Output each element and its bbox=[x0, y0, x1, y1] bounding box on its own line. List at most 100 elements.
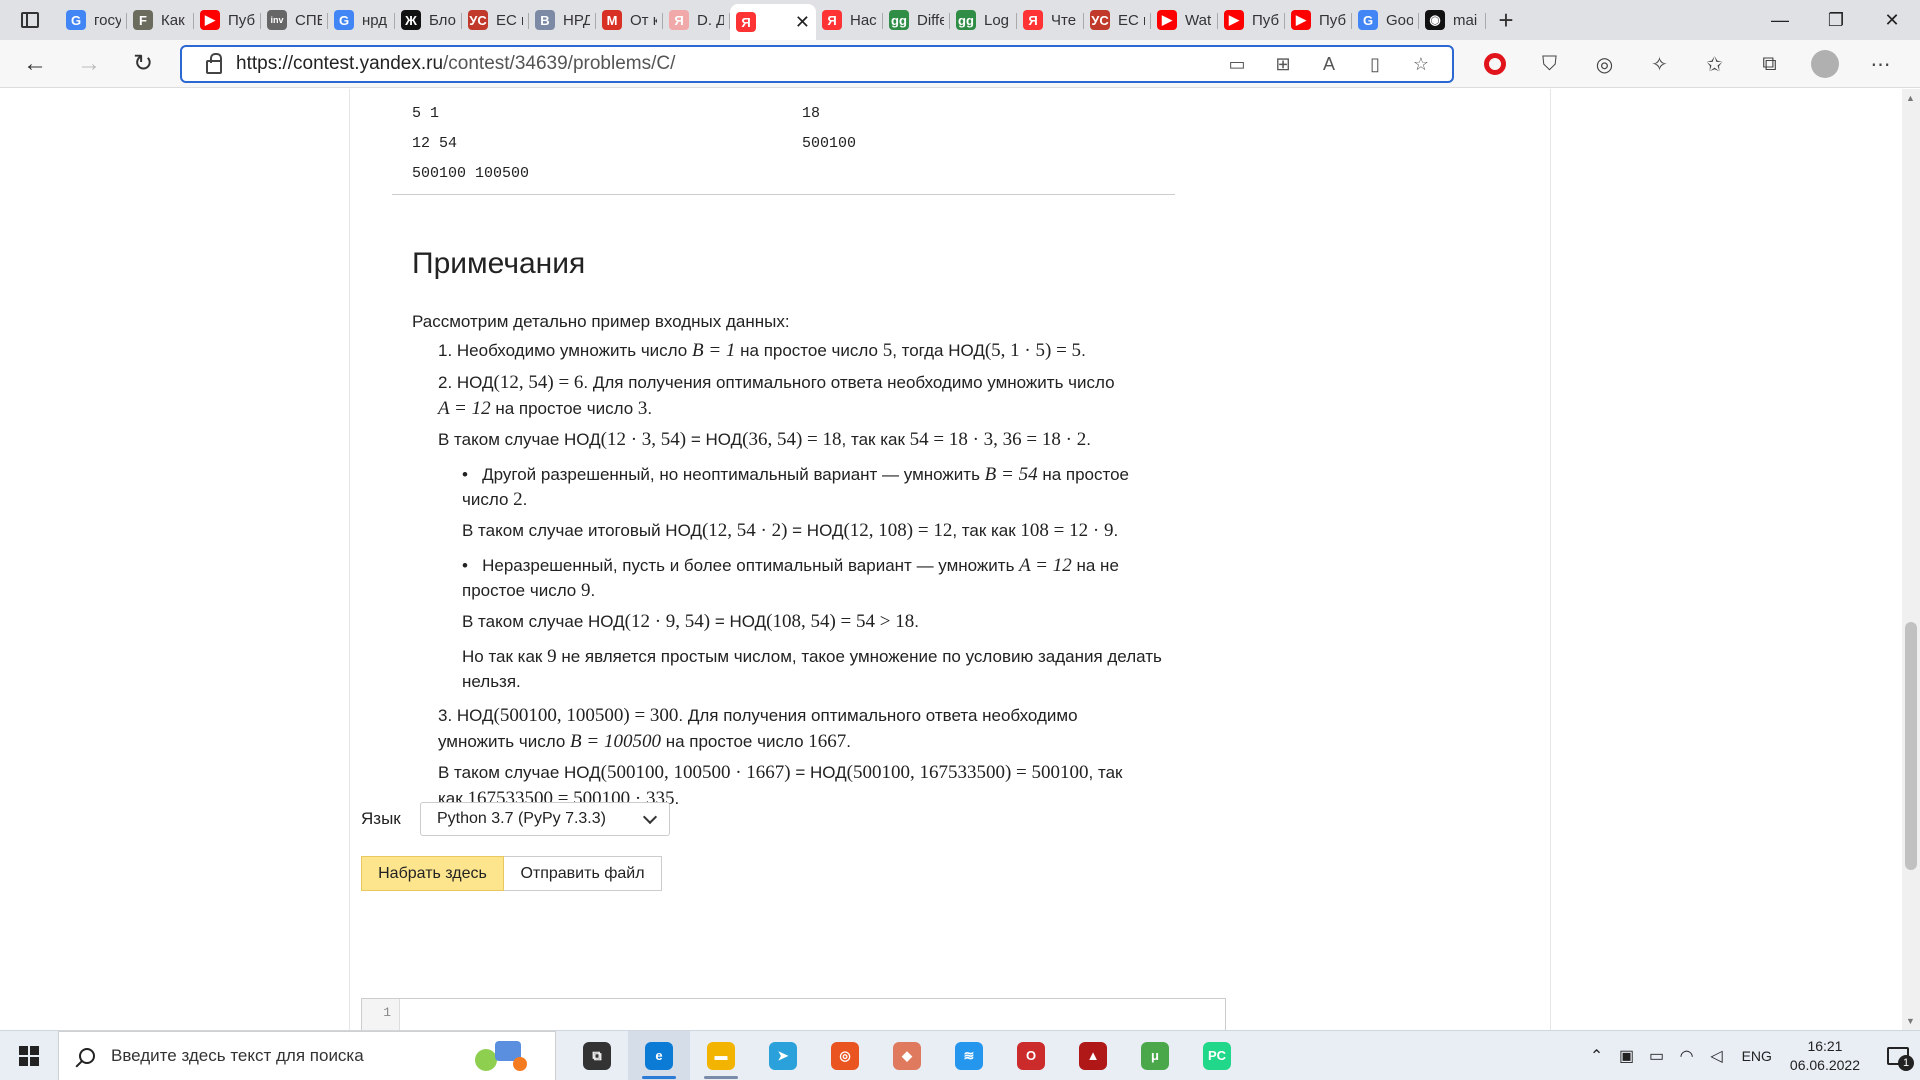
note-text: В таком случае итоговый НОД bbox=[462, 521, 702, 540]
bullet-1-line-2: число 2. bbox=[462, 487, 1242, 512]
browser-tab[interactable]: F Как bbox=[127, 4, 194, 36]
collections-icon[interactable]: ⧉ bbox=[1742, 40, 1797, 88]
tab-actions-button[interactable] bbox=[0, 0, 60, 40]
browser-tab[interactable]: gg Diffe bbox=[883, 4, 950, 36]
browser-tab[interactable]: Gгосу bbox=[60, 4, 127, 36]
back-button[interactable]: ← bbox=[8, 40, 62, 88]
browser-tab[interactable]: ▶ Wat bbox=[1151, 4, 1218, 36]
taskbar-app[interactable]: PC bbox=[1186, 1031, 1248, 1080]
start-button[interactable] bbox=[0, 1031, 58, 1080]
minimize-icon[interactable]: — bbox=[1752, 0, 1808, 40]
taskbar-app[interactable]: ≋ bbox=[938, 1031, 1000, 1080]
input-language[interactable]: ENG bbox=[1742, 1048, 1772, 1064]
note-item-3-line-2: умножить число B = 100500 на простое чис… bbox=[438, 729, 1218, 754]
taskbar-app[interactable]: ➤ bbox=[752, 1031, 814, 1080]
chevron-up-icon[interactable]: ⌃ bbox=[1582, 1046, 1612, 1066]
reload-button[interactable]: ↻ bbox=[116, 40, 170, 88]
new-tab-button[interactable]: + bbox=[1486, 5, 1526, 36]
browser-tab[interactable]: inv СПБ bbox=[261, 4, 328, 36]
close-tab-icon[interactable]: ✕ bbox=[795, 12, 810, 33]
scroll-down-icon[interactable]: ▼ bbox=[1906, 1016, 1915, 1026]
close-window-icon[interactable]: ✕ bbox=[1864, 0, 1920, 40]
taskbar-app[interactable]: ▬ bbox=[690, 1031, 752, 1080]
browser-tab[interactable]: ▶ Пуб bbox=[1218, 4, 1285, 36]
profile-avatar[interactable] bbox=[1811, 50, 1839, 78]
volume-icon[interactable]: ◁ bbox=[1702, 1046, 1732, 1066]
note-text: = НОД bbox=[686, 430, 743, 449]
add-favorite-icon[interactable]: ☆ bbox=[1404, 47, 1438, 81]
browser-tab[interactable]: Я ✕ bbox=[730, 4, 816, 40]
gmail-icon: M bbox=[602, 10, 622, 30]
browser-tab[interactable]: ◉ mai bbox=[1419, 4, 1486, 36]
taskbar-app[interactable]: ⧉ bbox=[566, 1031, 628, 1080]
math-expression: (12 · 9, 54) bbox=[624, 611, 711, 632]
battery-icon[interactable]: ▭ bbox=[1642, 1046, 1672, 1066]
tab-title: D. Д bbox=[697, 11, 724, 29]
extensions-icon[interactable]: ✧ bbox=[1632, 40, 1687, 88]
browser-tab[interactable]: Gнрд bbox=[328, 4, 395, 36]
url-path: /contest/34639/problems/C/ bbox=[443, 53, 676, 74]
tab-title: Пуб bbox=[1319, 11, 1346, 29]
taskbar-app[interactable]: μ bbox=[1124, 1031, 1186, 1080]
browser-tab[interactable]: G Goo bbox=[1352, 4, 1419, 36]
clock[interactable]: 16:21 06.06.2022 bbox=[1790, 1037, 1860, 1075]
browser-tab[interactable]: УС ЕС в bbox=[462, 4, 529, 36]
tab-title: НРД bbox=[563, 11, 590, 29]
browser-tab[interactable]: Я Наст bbox=[816, 4, 883, 36]
browser-tab[interactable]: gg Log bbox=[950, 4, 1017, 36]
sample-input-column: 5 1 12 54 500100 100500 bbox=[412, 99, 529, 189]
wifi-icon[interactable]: ◠ bbox=[1672, 1046, 1702, 1066]
read-aloud-icon[interactable]: A bbox=[1312, 47, 1346, 81]
scrollbar-thumb[interactable] bbox=[1905, 622, 1917, 870]
browser-tab[interactable]: M От к bbox=[596, 4, 663, 36]
taskbar-app[interactable]: ▲ bbox=[1062, 1031, 1124, 1080]
address-url[interactable]: https://contest.yandex.ru/contest/34639/… bbox=[236, 53, 675, 75]
shield-icon[interactable]: ⛉ bbox=[1522, 40, 1577, 88]
type-here-tab[interactable]: Набрать здесь bbox=[361, 856, 504, 891]
restore-icon[interactable]: ❐ bbox=[1808, 0, 1864, 40]
favorites-icon[interactable]: ✩ bbox=[1687, 40, 1742, 88]
math-expression: (12 · 3, 54) bbox=[600, 429, 687, 450]
browser-tab[interactable]: Я D. Д bbox=[663, 4, 730, 36]
language-select[interactable]: Python 3.7 (PyPy 7.3.3) bbox=[420, 802, 670, 836]
taskbar-app[interactable]: ◎ bbox=[814, 1031, 876, 1080]
sample-input-line: 500100 100500 bbox=[412, 165, 530, 182]
upload-file-tab[interactable]: Отправить файл bbox=[504, 856, 662, 891]
pinned-apps: ⧉ e ▬ ➤ ◎ ◆ ≋ O ▲ μ PC bbox=[566, 1030, 1248, 1080]
note-item-2-case: В таком случае НОД(12 · 3, 54) = НОД(36,… bbox=[438, 427, 1218, 452]
reader-mode-icon[interactable]: ▯ bbox=[1358, 47, 1392, 81]
browser-tab[interactable]: ▶ Пуб bbox=[194, 4, 261, 36]
app-install-icon[interactable]: ▭ bbox=[1220, 47, 1254, 81]
note-text: не является простым числом, такое умноже… bbox=[556, 647, 1162, 666]
scroll-up-icon[interactable]: ▲ bbox=[1906, 93, 1915, 103]
browser-tab[interactable]: Ж Блог bbox=[395, 4, 462, 36]
browser-tab[interactable]: B НРД bbox=[529, 4, 596, 36]
sample-output-column: 18 500100 bbox=[802, 99, 856, 159]
bullet-2-case: В таком случае НОД(12 · 9, 54) = НОД(108… bbox=[462, 609, 1242, 634]
math-expression: (12, 54 · 2) bbox=[701, 520, 788, 541]
youtube-icon: ▶ bbox=[200, 10, 220, 30]
notification-center-button[interactable]: 1 bbox=[1876, 1031, 1920, 1080]
taskbar-app[interactable]: O bbox=[1000, 1031, 1062, 1080]
meet-now-icon[interactable]: ▣ bbox=[1612, 1046, 1642, 1066]
tab-title: нрд bbox=[362, 11, 388, 29]
taskbar-app[interactable]: ◆ bbox=[876, 1031, 938, 1080]
code-editor[interactable]: 1 bbox=[361, 998, 1226, 1030]
taskbar-search-box[interactable]: Введите здесь текст для поиска bbox=[58, 1030, 556, 1080]
taskbar-app[interactable]: e bbox=[628, 1030, 690, 1080]
address-bar[interactable]: https://contest.yandex.ru/contest/34639/… bbox=[180, 45, 1454, 83]
google-icon: G bbox=[66, 10, 86, 30]
opera-extension-icon[interactable] bbox=[1484, 53, 1506, 75]
apps-grid-icon[interactable]: ⊞ bbox=[1266, 47, 1300, 81]
task-view-icon: ⧉ bbox=[583, 1041, 611, 1070]
browser-tab[interactable]: Я Чте bbox=[1017, 4, 1084, 36]
forward-button[interactable]: → bbox=[62, 40, 116, 88]
more-menu-icon[interactable]: ⋯ bbox=[1853, 40, 1908, 88]
content-left-border bbox=[349, 89, 350, 1030]
toolbar-extensions: ⛉ ◎ ✧ ✩ ⧉ ⋯ bbox=[1468, 40, 1908, 88]
page-scrollbar[interactable]: ▲ ▼ bbox=[1902, 89, 1920, 1030]
browser-tab[interactable]: УС ЕС в bbox=[1084, 4, 1151, 36]
vpn-extension-icon[interactable]: ◎ bbox=[1577, 40, 1632, 88]
generic-site-icon: F bbox=[133, 10, 153, 30]
browser-tab[interactable]: ▶ Пуб bbox=[1285, 4, 1352, 36]
